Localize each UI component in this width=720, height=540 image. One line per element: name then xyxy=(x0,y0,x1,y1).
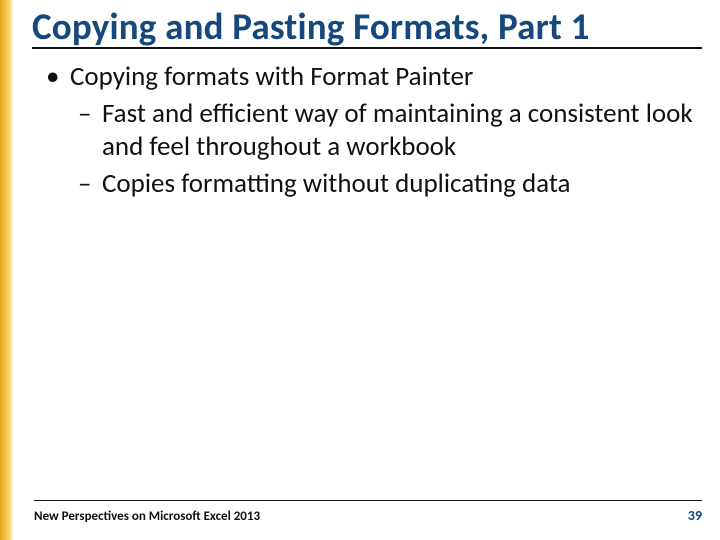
bullet-level2: Fast and efficient way of maintaining a … xyxy=(32,98,702,164)
page-number: 39 xyxy=(688,507,702,524)
accent-strip xyxy=(0,0,14,540)
bullet-level1: Copying formats with Format Painter xyxy=(32,61,702,94)
slide-title: Copying and Pasting Formats, Part 1 xyxy=(32,6,702,49)
slide-footer: New Perspectives on Microsoft Excel 2013… xyxy=(34,500,702,524)
bullet-text: Copies formatting without duplicating da… xyxy=(102,167,570,200)
slide-content: Copying and Pasting Formats, Part 1 Copy… xyxy=(14,0,720,540)
bullet-text: Fast and efficient way of maintaining a … xyxy=(102,97,693,163)
bullet-level2: Copies formatting without duplicating da… xyxy=(32,168,702,201)
bullet-text: Copying formats with Format Painter xyxy=(70,60,473,93)
slide-body: Copying formats with Format Painter Fast… xyxy=(32,61,702,201)
footer-source: New Perspectives on Microsoft Excel 2013 xyxy=(34,509,260,524)
footer-rule xyxy=(34,500,702,501)
footer-row: New Perspectives on Microsoft Excel 2013… xyxy=(34,507,702,524)
